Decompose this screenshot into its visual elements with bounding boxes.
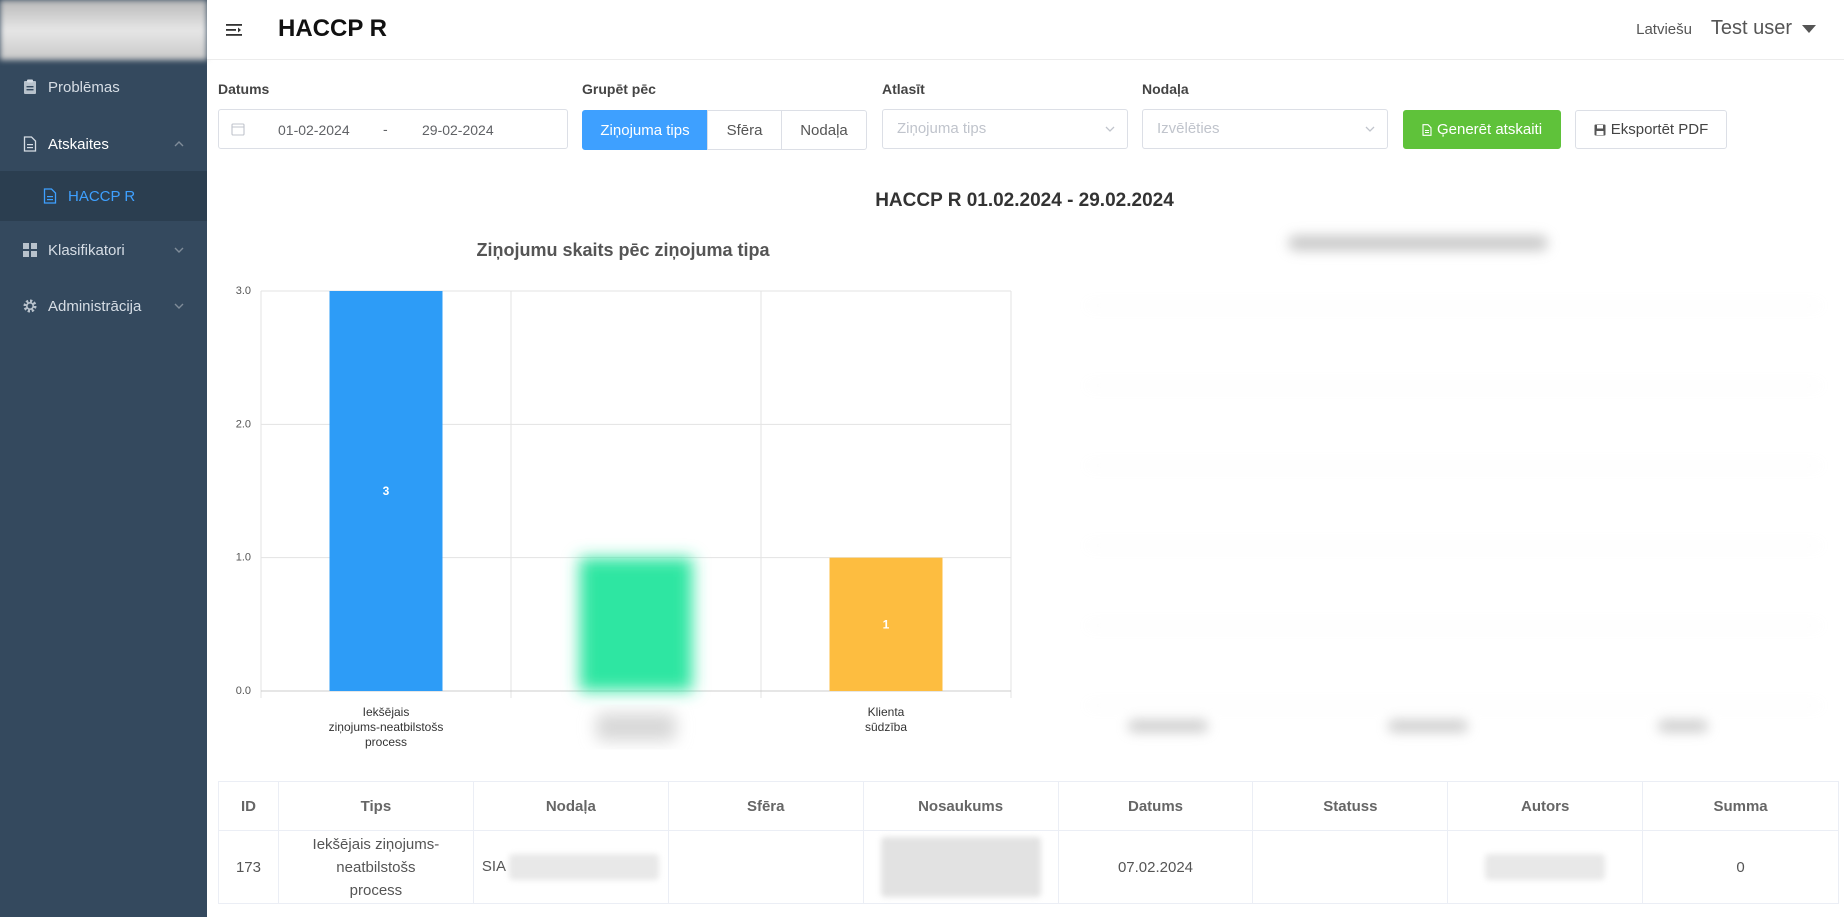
select-label: Atlasīt	[882, 81, 925, 97]
blurred-chart-panel	[1028, 215, 1840, 755]
redacted-text	[1485, 854, 1606, 880]
cell-id: 173	[218, 830, 279, 904]
cell-summa: 0	[1642, 830, 1839, 904]
cell-autors	[1447, 830, 1644, 904]
x-tick-label: Iekšējais	[363, 705, 410, 719]
gear-icon	[22, 298, 38, 314]
date-label: Datums	[218, 81, 270, 97]
floppy-disk-icon	[1594, 124, 1606, 135]
logo	[0, 0, 207, 60]
cell-nodala: SIA	[472, 830, 669, 904]
sidebar-item-label: Klasifikatori	[48, 241, 125, 259]
menu-toggle-icon[interactable]	[223, 19, 245, 41]
date-from-input[interactable]: 01-02-2024	[278, 122, 350, 138]
department-select-placeholder: Izvēlēties	[1157, 120, 1220, 137]
group-label: Grupēt pēc	[582, 81, 656, 97]
sidebar-item-label: Atskaites	[48, 135, 109, 153]
department-select[interactable]: Izvēlēties	[1142, 109, 1388, 149]
bar-value-label: 3	[383, 484, 390, 498]
chevron-down-icon	[174, 303, 184, 309]
sidebar-item-label: Administrācija	[48, 297, 142, 315]
x-tick-label: Klienta	[868, 705, 905, 719]
group-option-sfera[interactable]: Sfēra	[707, 110, 782, 150]
type-select-placeholder: Ziņojuma tips	[897, 120, 987, 137]
sidebar-item-atskaites[interactable]: Atskaites	[0, 117, 207, 171]
y-tick-label: 1.0	[236, 552, 251, 564]
bar-value-label: 1	[883, 617, 890, 631]
top-header: HACCP R Latviešu Test user	[207, 0, 1844, 60]
document-icon	[22, 136, 38, 152]
language-selector[interactable]: Latviešu	[1636, 21, 1692, 38]
date-separator: -	[383, 121, 388, 137]
redacted-text	[509, 854, 660, 880]
column-header-statuss[interactable]: Statuss	[1252, 781, 1449, 831]
page-title: HACCP R	[278, 15, 387, 42]
column-header-datums[interactable]: Datums	[1057, 781, 1254, 831]
x-tick-label: ziņojums-neatbilstošs	[329, 720, 444, 734]
sidebar-item-problemas[interactable]: Problēmas	[0, 60, 207, 114]
column-header-id[interactable]: ID	[218, 781, 279, 831]
column-header-nosaukums[interactable]: Nosaukums	[862, 781, 1059, 831]
report-table: ID Tips Nodaļa Sfēra Nosaukums Datums St…	[218, 781, 1839, 904]
cell-tips: Iekšējais ziņojums-neatbilstošs process	[277, 830, 474, 904]
y-tick-label: 2.0	[236, 418, 251, 430]
x-tick-label: sūdzība	[865, 720, 907, 734]
chevron-down-icon	[1365, 126, 1375, 132]
cell-sfera	[667, 830, 864, 904]
sidebar-item-label: Problēmas	[48, 78, 120, 96]
group-option-zinojuma-tips[interactable]: Ziņojuma tips	[582, 110, 708, 150]
cell-statuss	[1252, 830, 1449, 904]
export-pdf-label: Eksportēt PDF	[1610, 121, 1709, 138]
x-tick-label: process	[365, 735, 407, 749]
table-row[interactable]: 173 Iekšējais ziņojums-neatbilstošs proc…	[218, 830, 1839, 904]
date-range-picker[interactable]: 01-02-2024 - 29-02-2024	[218, 109, 568, 149]
report-title-text: HACCP R 01.02.2024 - 29.02.2024	[875, 190, 1174, 211]
generate-report-button[interactable]: Ģenerēt atskaiti	[1403, 110, 1561, 149]
bar-chart: 0.0 1.0 2.0 3.0 3 Iekšējaisziņojums-neatbilst…	[236, 285, 1012, 749]
chevron-down-icon	[174, 247, 184, 253]
cell-nodala-text: SIA	[481, 857, 506, 875]
caret-down-icon	[1802, 24, 1816, 33]
y-tick-label: 3.0	[236, 285, 251, 297]
column-header-summa[interactable]: Summa	[1642, 781, 1839, 831]
sidebar-item-administracija[interactable]: Administrācija	[0, 279, 207, 333]
sidebar: Problēmas Atskaites HACCP R Klasifikator…	[0, 0, 207, 917]
grid-icon	[22, 242, 38, 258]
file-icon	[1422, 123, 1432, 136]
chart-title: Ziņojumu skaits pēc ziņojuma tipa	[476, 240, 770, 260]
user-name: Test user	[1710, 17, 1792, 39]
column-header-sfera[interactable]: Sfēra	[667, 781, 864, 831]
generate-report-label: Ģenerēt atskaiti	[1436, 121, 1543, 138]
calendar-icon	[231, 123, 245, 136]
redacted-text	[880, 837, 1041, 897]
column-header-tips[interactable]: Tips	[277, 781, 474, 831]
y-tick-label: 0.0	[236, 685, 251, 697]
export-pdf-button[interactable]: Eksportēt PDF	[1575, 110, 1727, 149]
column-header-autors[interactable]: Autors	[1447, 781, 1644, 831]
report-title: HACCP R 01.02.2024 - 29.02.2024	[0, 190, 1844, 212]
user-menu[interactable]: Test user	[1711, 17, 1816, 40]
chevron-down-icon	[1105, 126, 1115, 132]
chevron-up-icon	[174, 141, 184, 147]
date-to-input[interactable]: 29-02-2024	[422, 122, 494, 138]
blurred-x-tick-label	[596, 713, 676, 741]
group-option-nodala[interactable]: Nodaļa	[781, 110, 867, 150]
type-select[interactable]: Ziņojuma tips	[882, 109, 1128, 149]
cell-tips-text: Iekšējais ziņojums-neatbilstošs process	[312, 835, 440, 899]
clipboard-icon	[22, 79, 38, 95]
cell-datums: 07.02.2024	[1057, 830, 1254, 904]
cell-nosaukums	[862, 830, 1059, 904]
department-label: Nodaļa	[1142, 81, 1189, 97]
sidebar-item-klasifikatori[interactable]: Klasifikatori	[0, 223, 207, 277]
bar	[579, 557, 693, 691]
column-header-nodala[interactable]: Nodaļa	[472, 781, 669, 831]
table-header-row: ID Tips Nodaļa Sfēra Nosaukums Datums St…	[218, 781, 1839, 831]
